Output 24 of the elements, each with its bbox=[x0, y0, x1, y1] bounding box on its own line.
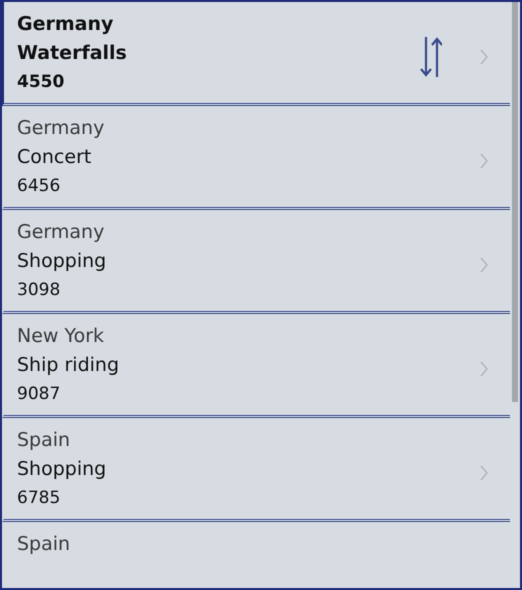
chevron-icon bbox=[480, 360, 488, 376]
chevron-icon bbox=[480, 152, 488, 168]
item-subtitle: Ship riding bbox=[17, 353, 120, 378]
item-title: Germany bbox=[17, 12, 114, 37]
chevron-icon bbox=[480, 256, 488, 272]
item-value: 6456 bbox=[17, 175, 60, 198]
item-subtitle: Concert bbox=[17, 145, 92, 170]
item-title: Germany bbox=[17, 220, 104, 245]
item-title: New York bbox=[17, 324, 104, 349]
item-subtitle: Shopping bbox=[17, 249, 106, 274]
item-title: Spain bbox=[17, 428, 70, 453]
item-subtitle: Waterfalls bbox=[17, 41, 127, 66]
item-value: 6785 bbox=[17, 487, 60, 510]
sort-icon[interactable] bbox=[420, 34, 442, 78]
item-subtitle: Shopping bbox=[17, 457, 106, 482]
item-value: 3098 bbox=[17, 279, 60, 302]
gallery-item[interactable]: Germany Waterfalls 4550 bbox=[2, 2, 510, 106]
chevron-icon bbox=[480, 464, 488, 480]
item-title: Spain bbox=[17, 532, 70, 557]
scrollbar[interactable] bbox=[512, 2, 518, 402]
item-value: 9087 bbox=[17, 383, 60, 406]
item-value: 4550 bbox=[17, 71, 64, 94]
chevron-icon bbox=[480, 48, 488, 64]
item-title: Germany bbox=[17, 116, 104, 141]
